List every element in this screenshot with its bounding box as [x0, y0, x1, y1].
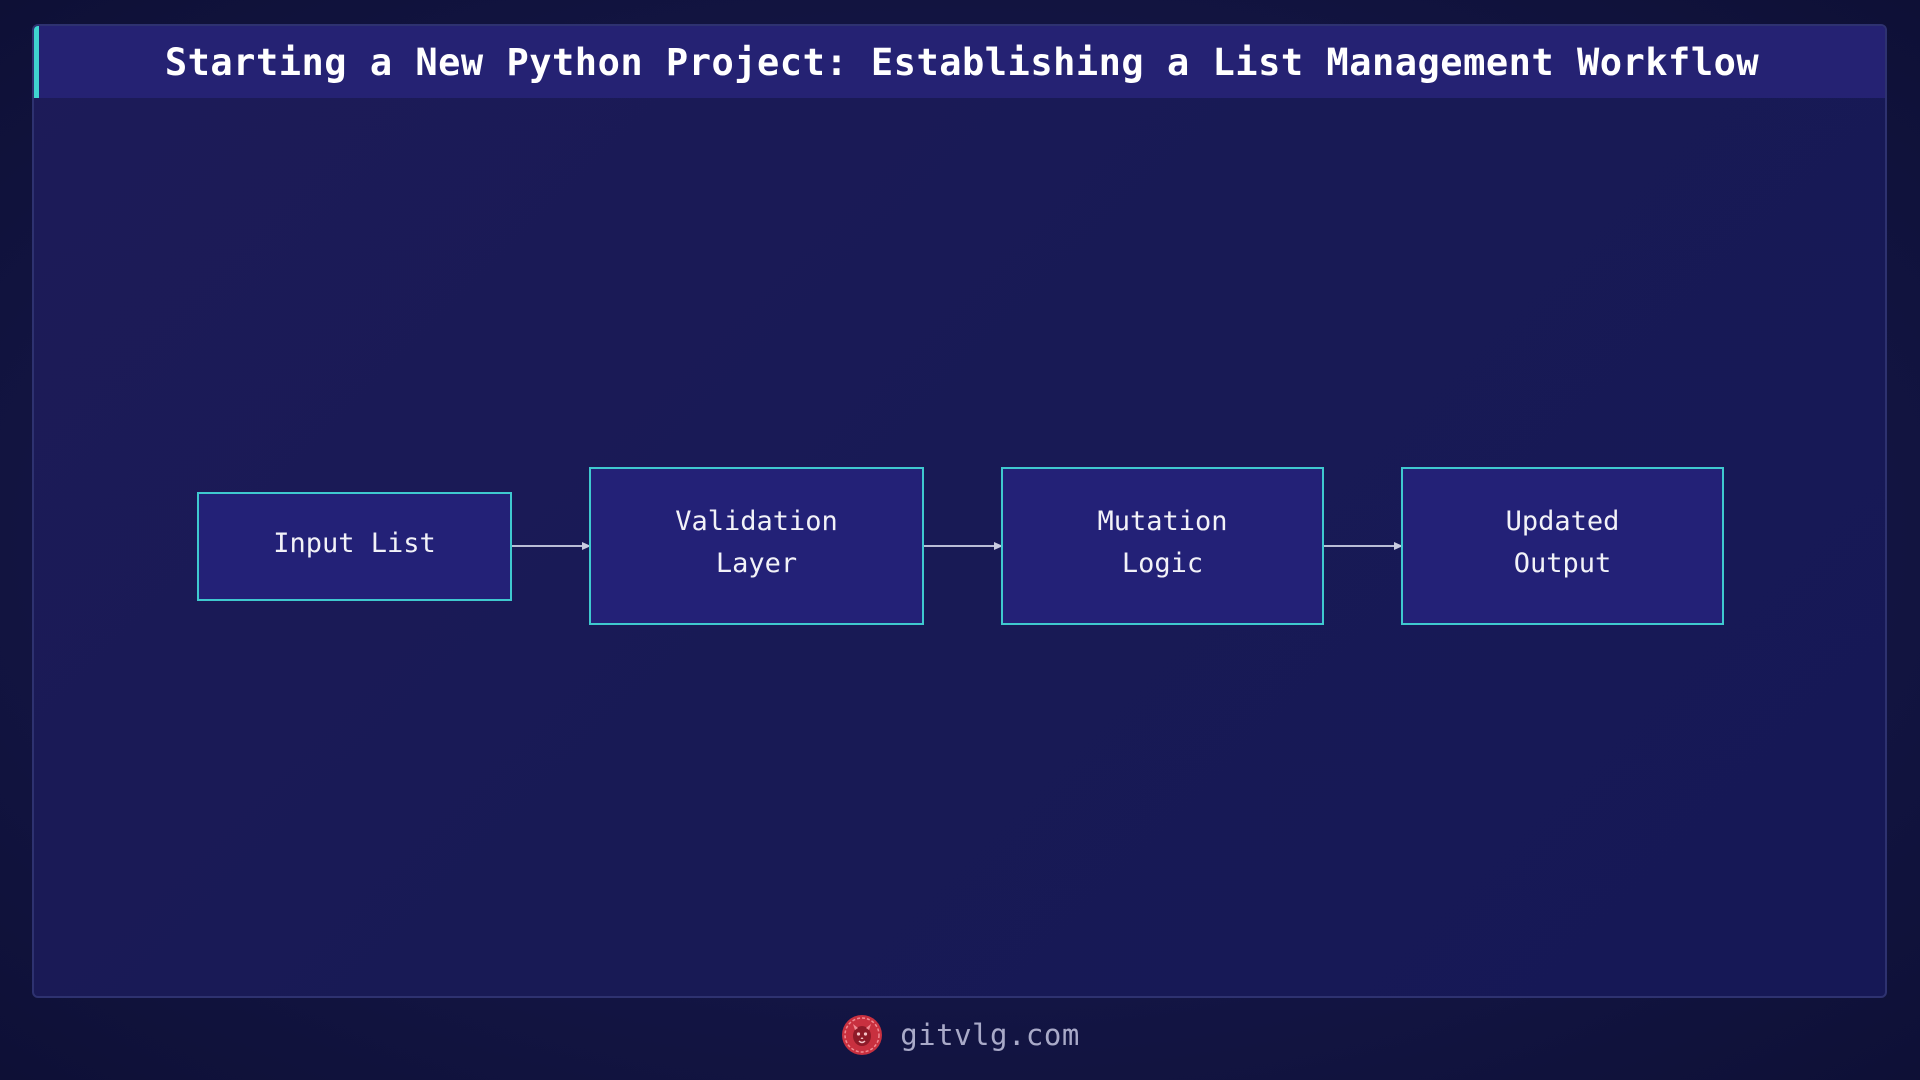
lion-head-icon	[842, 1015, 883, 1055]
node-validation-layer-label: Validation Layer	[675, 506, 838, 579]
node-mutation-logic-label: Mutation Logic	[1097, 506, 1228, 579]
node-updated-output-label: Updated Output	[1505, 506, 1620, 579]
node-input-list-label: Input List	[273, 527, 436, 559]
node-validation-layer: Validation Layer	[589, 467, 924, 625]
node-input-list: Input List	[197, 492, 512, 601]
footer: gitvlg.com	[0, 1010, 1920, 1060]
node-updated-output: Updated Output	[1401, 467, 1724, 625]
node-mutation-logic: Mutation Logic	[1001, 467, 1324, 625]
footer-site-link[interactable]: gitvlg.com	[900, 1018, 1080, 1052]
